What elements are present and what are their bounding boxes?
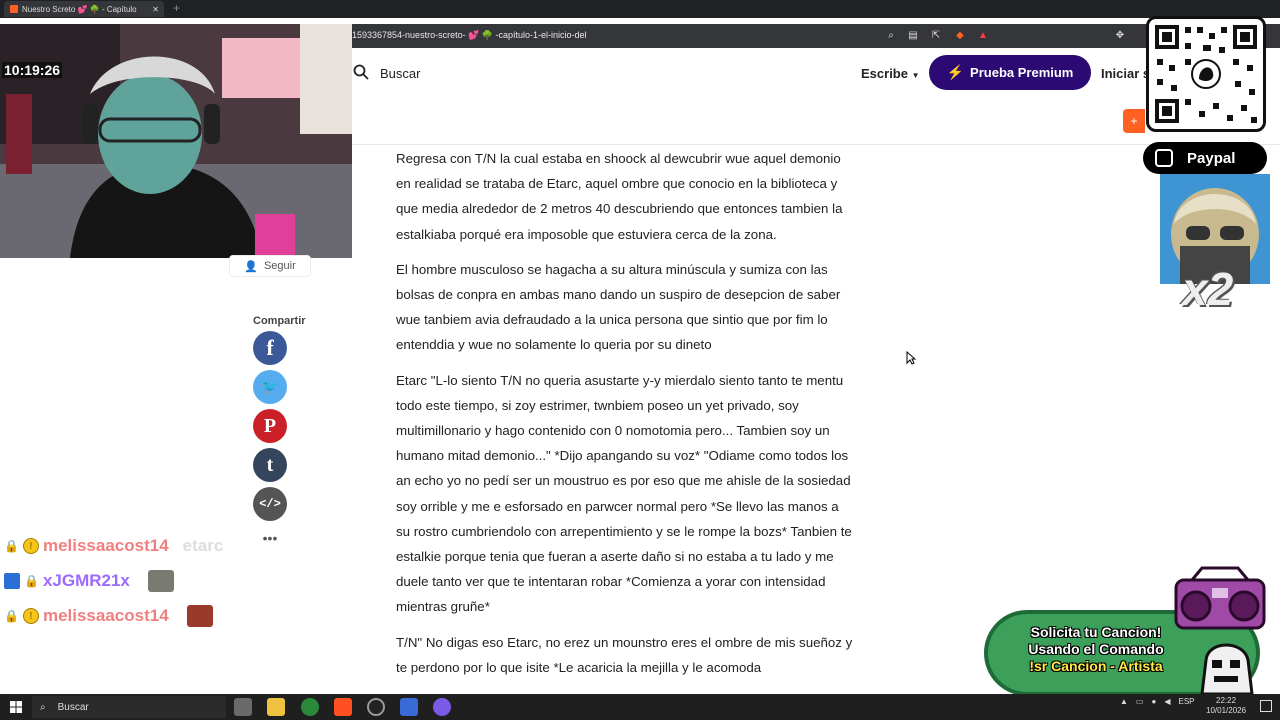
facebook-share-button[interactable]: f: [253, 331, 287, 365]
mouse-cursor-icon: [906, 351, 916, 365]
discord-icon[interactable]: [433, 698, 451, 716]
search-icon[interactable]: [353, 64, 369, 80]
clock-date: 10/01/2026: [1206, 706, 1247, 715]
url-text[interactable]: 1593367854-nuestro-screto- 💕 🌳 -capítulo…: [352, 30, 587, 41]
browser-tab[interactable]: Nuestro Screto 💕 🌳 - Capítulo ✕: [4, 1, 164, 17]
emote-icon: [186, 605, 213, 627]
streamlabs-icon[interactable]: [400, 698, 418, 716]
qr-code-icon: [1155, 25, 1257, 123]
language-indicator[interactable]: ESP: [1178, 697, 1194, 706]
facebook-icon: f: [266, 335, 274, 360]
add-user-icon: 👤: [244, 260, 258, 273]
premium-label: Prueba Premium: [970, 65, 1074, 80]
write-label: Escribe: [861, 66, 908, 81]
story-paragraph: Regresa con T/N la cual estaba en shoock…: [396, 151, 843, 242]
clock-time: 22:22: [1216, 696, 1237, 705]
brave-rewards-icon[interactable]: ▲: [976, 29, 990, 43]
system-tray[interactable]: ▲ ▭ ● ◀ ESP: [1120, 697, 1195, 706]
song-request-line: Usando el Comando: [1028, 641, 1164, 657]
chat-message: 🔒 ! melissaacost14 etarc: [4, 534, 223, 558]
search-label[interactable]: Buscar: [380, 66, 420, 81]
chat-username: melissaacost14: [42, 606, 169, 625]
paypal-badge: Paypal: [1143, 142, 1267, 174]
story-paragraph: El hombre musculoso se hagacha a su altu…: [396, 261, 841, 353]
song-request-line: !sr Cancion - Artista: [1029, 658, 1163, 674]
embed-icon: </>: [259, 497, 281, 511]
windows-start-icon[interactable]: [10, 701, 22, 713]
tab-title: Nuestro Screto 💕 🌳 - Capítulo: [22, 4, 137, 14]
zoom-icon[interactable]: ⌕: [884, 29, 898, 43]
twitter-icon: 🐦: [261, 379, 279, 395]
song-request-text: Solicita tu Cancion! Usando el Comando !…: [1006, 624, 1186, 675]
story-paragraph: T/N" No digas eso Etarc, no erez un moun…: [396, 634, 853, 675]
lock-icon: 🔒: [4, 539, 19, 553]
share-icon[interactable]: ⇱: [929, 29, 943, 43]
microphone-icon[interactable]: ●: [1151, 697, 1156, 706]
share-heading: Compartir: [253, 315, 306, 327]
browser-tab-bar: [0, 0, 1280, 18]
lock-icon: 🔒: [4, 609, 19, 623]
chevron-up-icon[interactable]: ▲: [1120, 697, 1128, 706]
extensions-icon[interactable]: ✥: [1113, 29, 1127, 43]
coin-badge-icon: !: [22, 608, 39, 624]
more-options-icon[interactable]: •••: [253, 530, 287, 554]
reader-icon[interactable]: ▤: [906, 29, 920, 43]
streamer-image: [0, 24, 352, 258]
brave-shield-icon[interactable]: ◆: [953, 29, 967, 43]
chat-username: melissaacost14: [42, 536, 169, 555]
follow-label: Seguir: [263, 260, 296, 272]
network-icon[interactable]: ▭: [1136, 697, 1144, 706]
bolt-icon: ⚡: [946, 64, 965, 80]
task-view-icon[interactable]: [234, 698, 252, 716]
taskbar-search[interactable]: ⌕ Buscar: [32, 696, 226, 718]
qr-small-icon: [1155, 149, 1173, 167]
story-paragraph: Etarc "L-lo siento T/N no queria asustar…: [396, 372, 852, 615]
volume-icon[interactable]: ◀: [1164, 697, 1170, 706]
chat-text: etarc: [182, 536, 224, 555]
tumblr-icon: t: [266, 453, 274, 476]
chat-message: 🔒 xJGMR21x: [4, 569, 174, 593]
boombox-icon: [1174, 566, 1266, 630]
taskbar-clock[interactable]: 22:22 10/01/2026: [1206, 696, 1246, 716]
search-icon: ⌕: [40, 701, 46, 713]
tumblr-share-button[interactable]: t: [253, 448, 287, 482]
premium-button[interactable]: ⚡ Prueba Premium: [929, 55, 1091, 90]
tab-favicon-icon: [10, 5, 18, 13]
paypal-label: Paypal: [1187, 149, 1236, 167]
webcam-clock: 10:19:26: [2, 62, 63, 78]
tab-close-icon[interactable]: ✕: [152, 5, 159, 14]
notifications-icon[interactable]: [1260, 700, 1272, 712]
xbox-icon[interactable]: [301, 698, 319, 716]
twitter-share-button[interactable]: 🐦: [253, 370, 287, 404]
chat-message: 🔒 ! melissaacost14: [4, 604, 213, 628]
pinterest-share-button[interactable]: P: [253, 409, 287, 443]
taskbar-search-label: Buscar: [57, 701, 89, 713]
blue-badge-icon: [4, 573, 20, 589]
embed-share-button[interactable]: </>: [253, 487, 287, 521]
story-body: Regresa con T/N la cual estaba en shoock…: [396, 144, 854, 690]
add-to-library-button[interactable]: +: [1123, 109, 1145, 133]
follow-button[interactable]: 👤 Seguir: [229, 255, 311, 277]
lock-icon: 🔒: [24, 574, 39, 588]
file-explorer-icon[interactable]: [267, 698, 285, 716]
skull-mascot-icon: [1200, 643, 1254, 694]
qr-code: [1146, 16, 1266, 132]
login-link[interactable]: Iniciar s: [1101, 66, 1150, 81]
coin-badge-icon: !: [22, 538, 39, 554]
chat-username: xJGMR21x: [42, 571, 130, 590]
caret-down-icon: ▼: [911, 71, 920, 80]
multiplier-badge: x2: [1182, 263, 1234, 315]
pinterest-icon: P: [263, 414, 277, 437]
obs-icon[interactable]: [367, 698, 385, 716]
webcam-feed: 10:19:26: [0, 24, 352, 258]
emote-icon: [147, 570, 174, 592]
brave-browser-icon[interactable]: [334, 698, 352, 716]
write-menu[interactable]: Escribe ▼: [861, 66, 920, 81]
new-tab-button[interactable]: +: [173, 1, 180, 15]
song-request-line: Solicita tu Cancion!: [1030, 624, 1162, 640]
